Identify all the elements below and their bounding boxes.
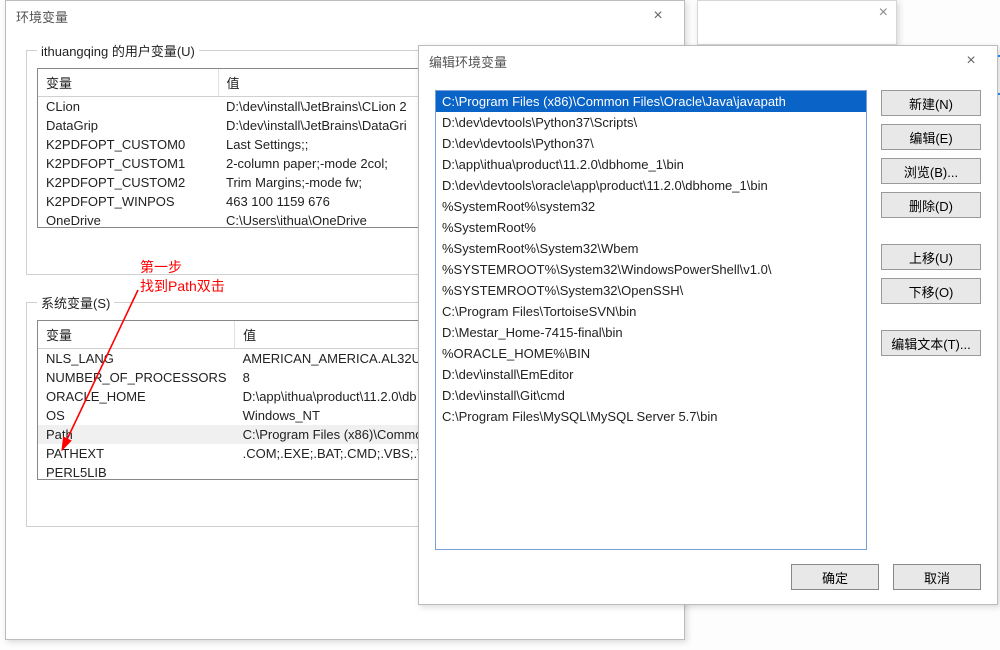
move-down-button[interactable]: 下移(O) (881, 278, 981, 304)
browse-button[interactable]: 浏览(B)... (881, 158, 981, 184)
list-item[interactable]: %SYSTEMROOT%\System32\WindowsPowerShell\… (436, 259, 866, 280)
list-item[interactable]: D:\dev\install\Git\cmd (436, 385, 866, 406)
list-item[interactable]: C:\Program Files\TortoiseSVN\bin (436, 301, 866, 322)
list-item[interactable]: C:\Program Files\MySQL\MySQL Server 5.7\… (436, 406, 866, 427)
list-item[interactable]: D:\dev\devtools\Python37\ (436, 133, 866, 154)
path-entries-list[interactable]: C:\Program Files (x86)\Common Files\Orac… (435, 90, 867, 550)
list-item[interactable]: %SystemRoot% (436, 217, 866, 238)
edit-envvar-window: 编辑环境变量 × C:\Program Files (x86)\Common F… (418, 45, 998, 605)
edit-titlebar: 编辑环境变量 × (419, 46, 997, 76)
edit-text-button[interactable]: 编辑文本(T)... (881, 330, 981, 356)
move-up-button[interactable]: 上移(U) (881, 244, 981, 270)
list-item[interactable]: %SystemRoot%\system32 (436, 196, 866, 217)
list-item[interactable]: D:\app\ithua\product\11.2.0\dbhome_1\bin (436, 154, 866, 175)
list-item[interactable]: D:\dev\devtools\oracle\app\product\11.2.… (436, 175, 866, 196)
list-item[interactable]: D:\dev\devtools\Python37\Scripts\ (436, 112, 866, 133)
edit-button[interactable]: 编辑(E) (881, 124, 981, 150)
list-item[interactable]: %ORACLE_HOME%\BIN (436, 343, 866, 364)
user-vars-legend: ithuangqing 的用户变量(U) (37, 41, 199, 60)
list-item[interactable]: %SystemRoot%\System32\Wbem (436, 238, 866, 259)
env-title: 环境变量 (16, 7, 68, 26)
list-item[interactable]: C:\Program Files (x86)\Common Files\Orac… (436, 91, 866, 112)
close-icon[interactable]: × (955, 52, 987, 70)
edit-cancel-button[interactable]: 取消 (893, 564, 981, 590)
edit-side-buttons: 新建(N) 编辑(E) 浏览(B)... 删除(D) 上移(U) 下移(O) 编… (881, 90, 981, 550)
system-vars-legend: 系统变量(S) (37, 293, 114, 312)
edit-ok-button[interactable]: 确定 (791, 564, 879, 590)
delete-button[interactable]: 删除(D) (881, 192, 981, 218)
list-item[interactable]: D:\dev\install\EmEditor (436, 364, 866, 385)
col-variable[interactable]: 变量 (38, 69, 218, 97)
col-variable[interactable]: 变量 (38, 321, 235, 349)
list-item[interactable]: D:\Mestar_Home-7415-final\bin (436, 322, 866, 343)
list-item[interactable]: %SYSTEMROOT%\System32\OpenSSH\ (436, 280, 866, 301)
new-button[interactable]: 新建(N) (881, 90, 981, 116)
env-titlebar: 环境变量 × (6, 1, 684, 31)
edit-title: 编辑环境变量 (429, 52, 507, 71)
close-icon[interactable]: × (879, 4, 888, 22)
background-dialog: × (697, 0, 897, 45)
close-icon[interactable]: × (642, 7, 674, 25)
